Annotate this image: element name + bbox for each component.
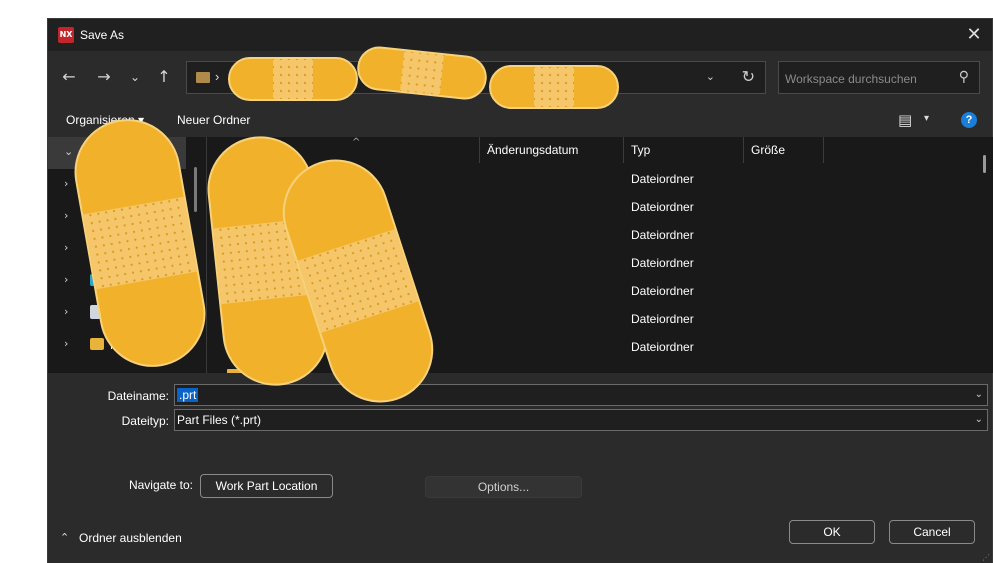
bandage-2: [357, 46, 487, 100]
bandage-4: [74, 119, 206, 367]
bandage-3: [489, 65, 619, 109]
bandage-overlay: [74, 46, 619, 403]
bandage-1: [228, 57, 358, 101]
